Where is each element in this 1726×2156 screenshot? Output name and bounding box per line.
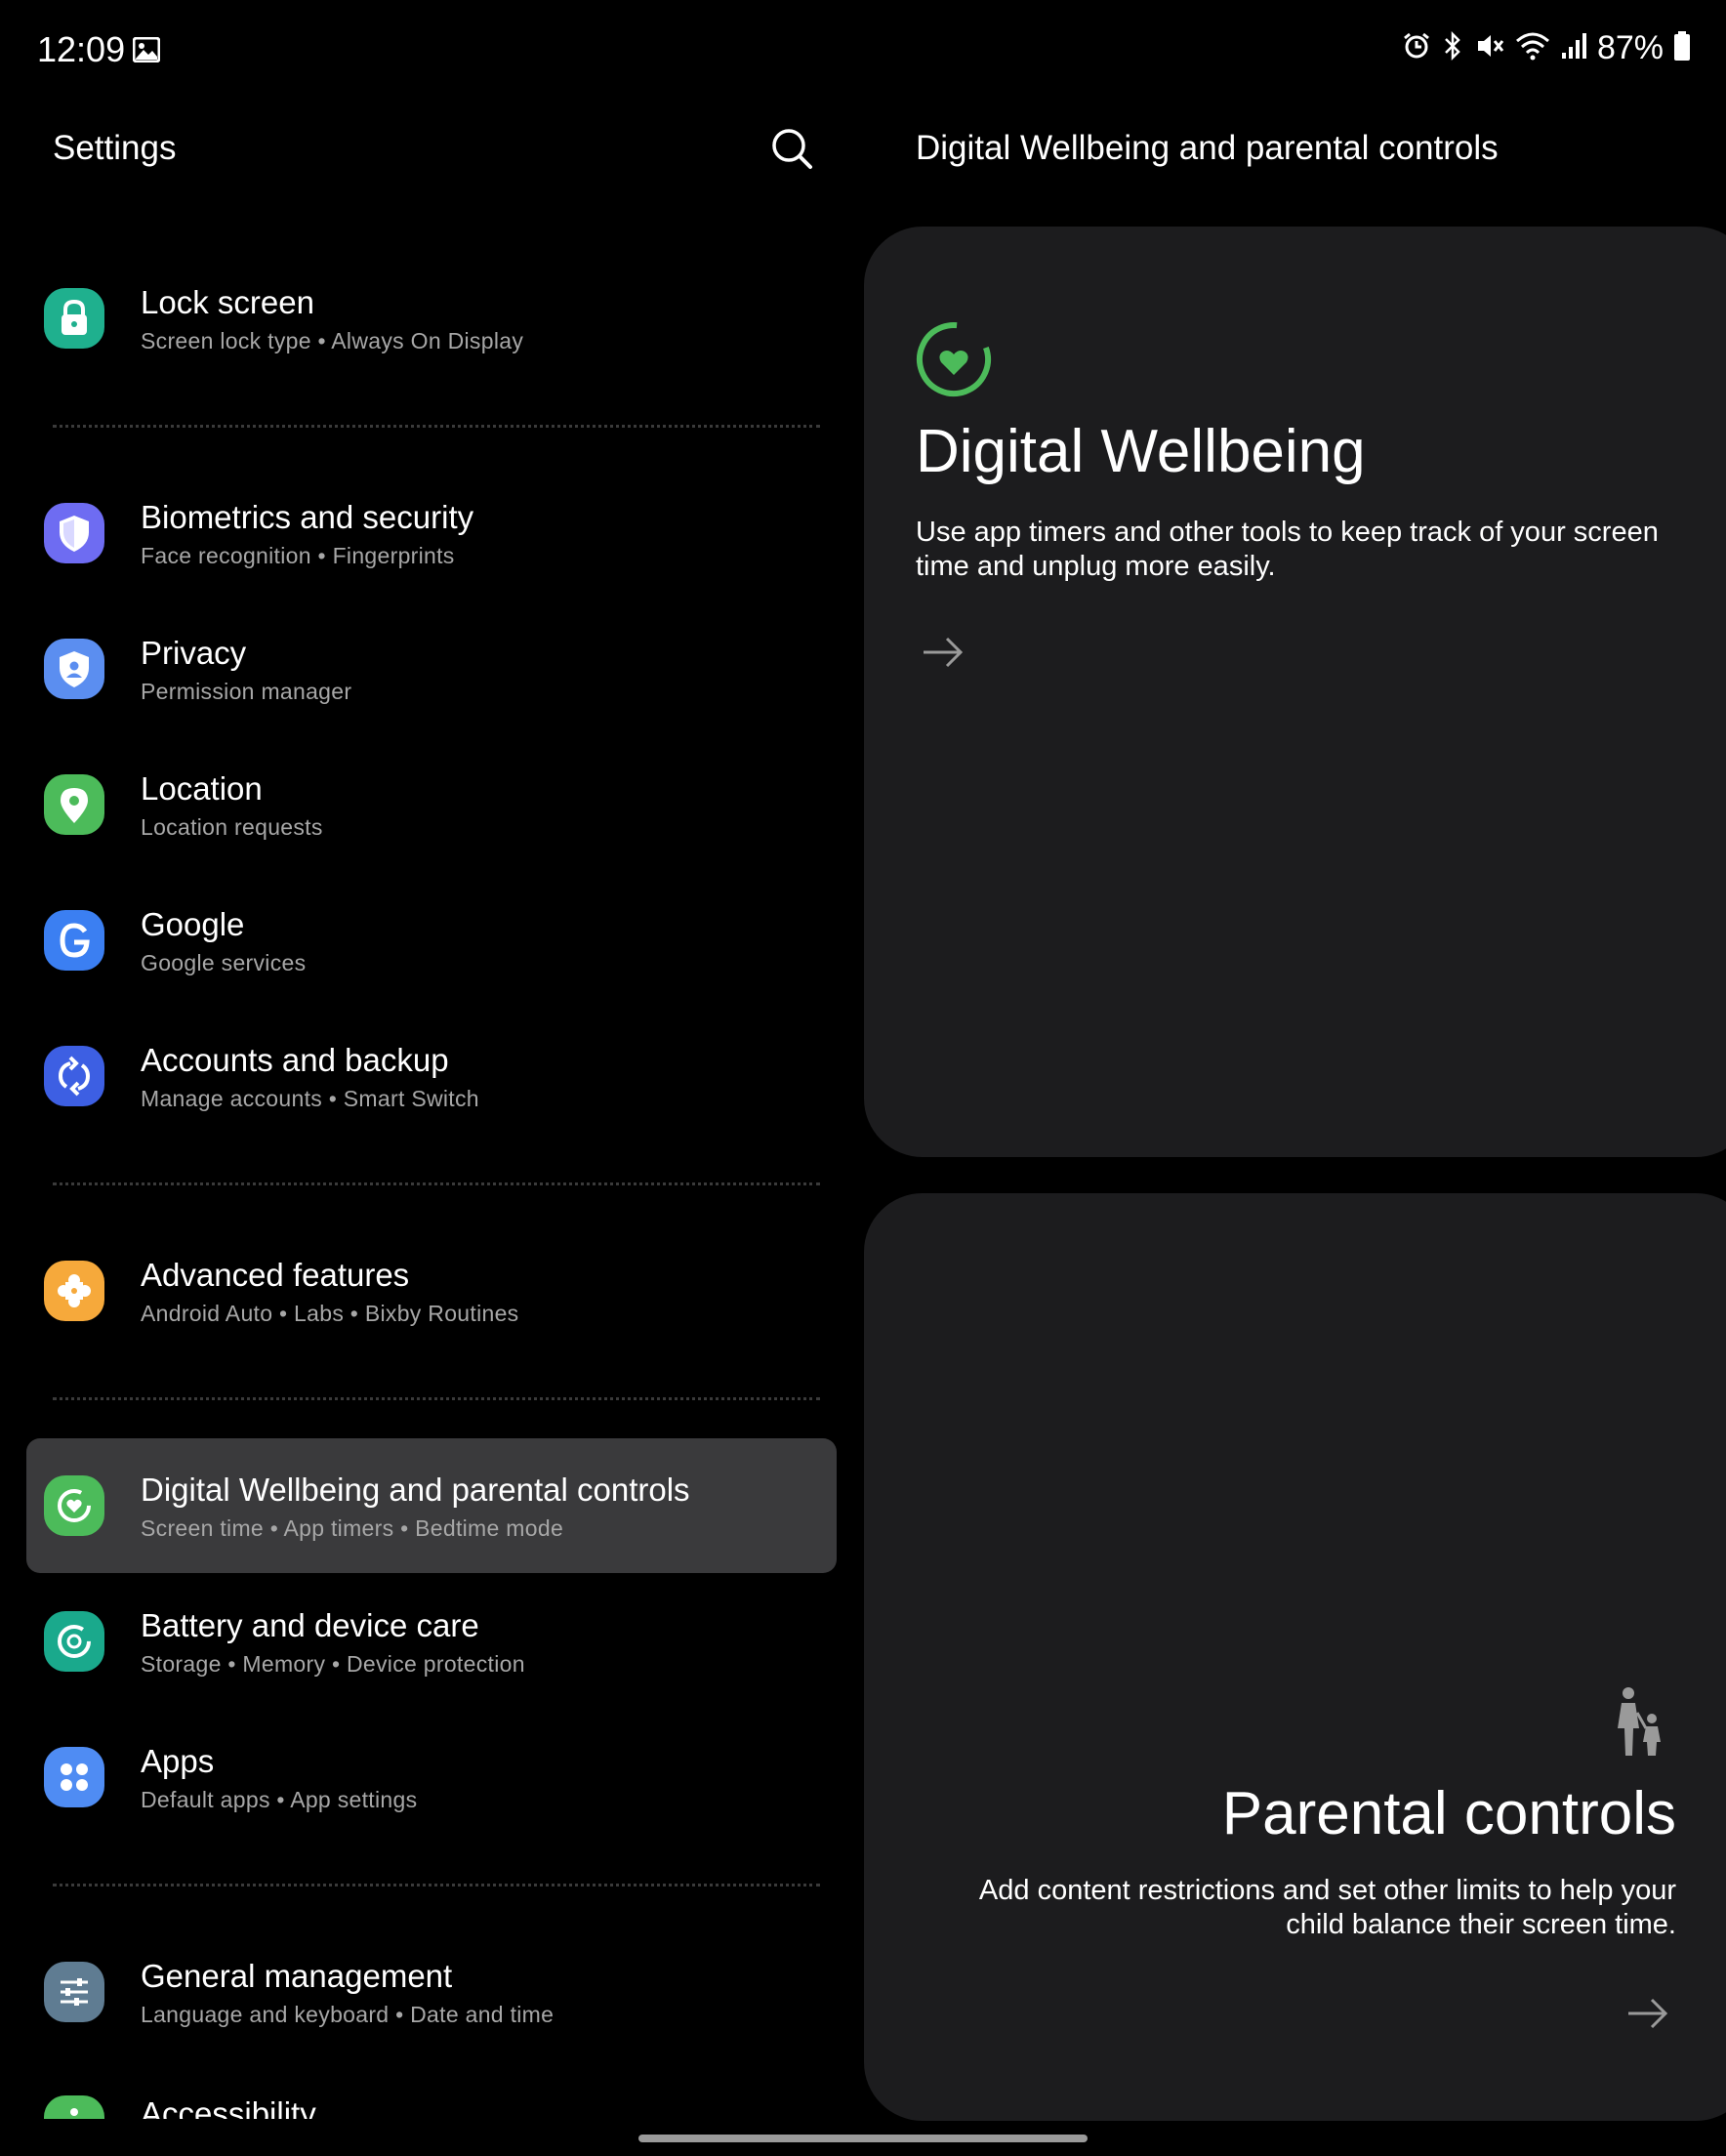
signal-icon: [1560, 31, 1587, 65]
parental-controls-description: Add content restrictions and set other l…: [978, 1875, 1676, 1940]
item-subtitle: Android Auto • Labs • Bixby Routines: [141, 1301, 519, 1326]
settings-item-biometrics[interactable]: Biometrics and security Face recognition…: [26, 466, 837, 601]
digital-wellbeing-card[interactable]: Digital Wellbeing Use app timers and oth…: [864, 227, 1726, 1157]
settings-item-location[interactable]: Location Location requests: [26, 737, 837, 872]
parental-controls-card[interactable]: Parental controls Add content restrictio…: [864, 1193, 1726, 2121]
settings-item-apps[interactable]: Apps Default apps • App settings: [26, 1710, 837, 1845]
wifi-icon: [1515, 31, 1550, 65]
item-title: Lock screen: [141, 284, 314, 320]
alarm-icon: [1402, 31, 1431, 65]
sync-icon: [44, 1046, 104, 1106]
mute-icon: [1474, 30, 1505, 66]
shield-icon: [44, 503, 104, 563]
battery-percent: 87%: [1596, 29, 1664, 66]
digital-wellbeing-title: Digital Wellbeing: [916, 418, 1366, 485]
item-title: Google: [141, 906, 245, 942]
arrow-right-icon[interactable]: [921, 635, 966, 670]
digital-wellbeing-description: Use app timers and other tools to keep t…: [916, 517, 1659, 582]
device-care-icon: [44, 1611, 104, 1672]
accessibility-icon: [44, 2095, 104, 2119]
status-time: 12:09: [37, 29, 126, 69]
item-title: Biometrics and security: [141, 499, 474, 535]
item-title: Advanced features: [141, 1257, 410, 1293]
divider: [53, 1397, 820, 1400]
item-subtitle: Language and keyboard • Date and time: [141, 2002, 555, 2027]
settings-item-accounts-backup[interactable]: Accounts and backup Manage accounts • Sm…: [26, 1009, 837, 1143]
settings-item-google[interactable]: Google Google services: [26, 873, 837, 1008]
puzzle-icon: [44, 1261, 104, 1321]
sliders-icon: [44, 1962, 104, 2022]
settings-header: Settings: [0, 104, 849, 195]
item-subtitle: Storage • Memory • Device protection: [141, 1651, 525, 1677]
item-subtitle: Manage accounts • Smart Switch: [141, 1086, 479, 1111]
settings-item-lock-screen[interactable]: Lock screen Screen lock type • Always On…: [26, 251, 837, 386]
bluetooth-icon: [1441, 30, 1464, 66]
status-bar: 12:09 87%: [0, 0, 1726, 104]
item-title: Digital Wellbeing and parental controls: [141, 1472, 690, 1508]
settings-item-battery-device-care[interactable]: Battery and device care Storage • Memory…: [26, 1574, 837, 1709]
divider: [53, 425, 820, 428]
google-icon: [44, 910, 104, 971]
page-title: Settings: [53, 129, 177, 167]
item-subtitle: Face recognition • Fingerprints: [141, 543, 455, 568]
location-pin-icon: [44, 774, 104, 835]
arrow-right-icon[interactable]: [1625, 1996, 1670, 2031]
parent-child-icon: [1618, 1687, 1661, 1756]
item-subtitle: Default apps • App settings: [141, 1787, 418, 1812]
gallery-icon: [132, 36, 161, 67]
parental-controls-title: Parental controls: [1221, 1780, 1676, 1847]
wellbeing-icon: [44, 1475, 104, 1536]
item-subtitle: Google services: [141, 950, 307, 975]
item-subtitle: Location requests: [141, 814, 323, 840]
digital-wellbeing-icon: [917, 322, 991, 396]
item-title: Location: [141, 770, 263, 807]
privacy-icon: [44, 639, 104, 699]
battery-icon: [1673, 30, 1691, 66]
detail-page-title: Digital Wellbeing and parental controls: [916, 129, 1499, 167]
item-title: General management: [141, 1958, 453, 1994]
home-gesture-bar[interactable]: [638, 2135, 1088, 2142]
search-icon: [772, 129, 812, 169]
divider: [53, 1884, 820, 1886]
settings-item-advanced-features[interactable]: Advanced features Android Auto • Labs • …: [26, 1223, 837, 1358]
search-button[interactable]: [766, 123, 819, 176]
item-title: Battery and device care: [141, 1607, 479, 1643]
item-title: Privacy: [141, 635, 247, 671]
apps-grid-icon: [44, 1747, 104, 1807]
settings-item-accessibility[interactable]: Accessibility: [26, 2060, 837, 2119]
settings-item-general-management[interactable]: General management Language and keyboard…: [26, 1925, 837, 2059]
divider: [53, 1182, 820, 1185]
settings-item-privacy[interactable]: Privacy Permission manager: [26, 601, 837, 736]
settings-item-digital-wellbeing[interactable]: Digital Wellbeing and parental controls …: [26, 1438, 837, 1573]
lock-icon: [44, 288, 104, 349]
item-subtitle: Screen lock type • Always On Display: [141, 328, 524, 353]
item-subtitle: Permission manager: [141, 679, 352, 704]
item-title: Apps: [141, 1743, 215, 1779]
item-title: Accessibility: [141, 2095, 316, 2119]
item-subtitle: Screen time • App timers • Bedtime mode: [141, 1515, 564, 1541]
item-title: Accounts and backup: [141, 1042, 449, 1078]
